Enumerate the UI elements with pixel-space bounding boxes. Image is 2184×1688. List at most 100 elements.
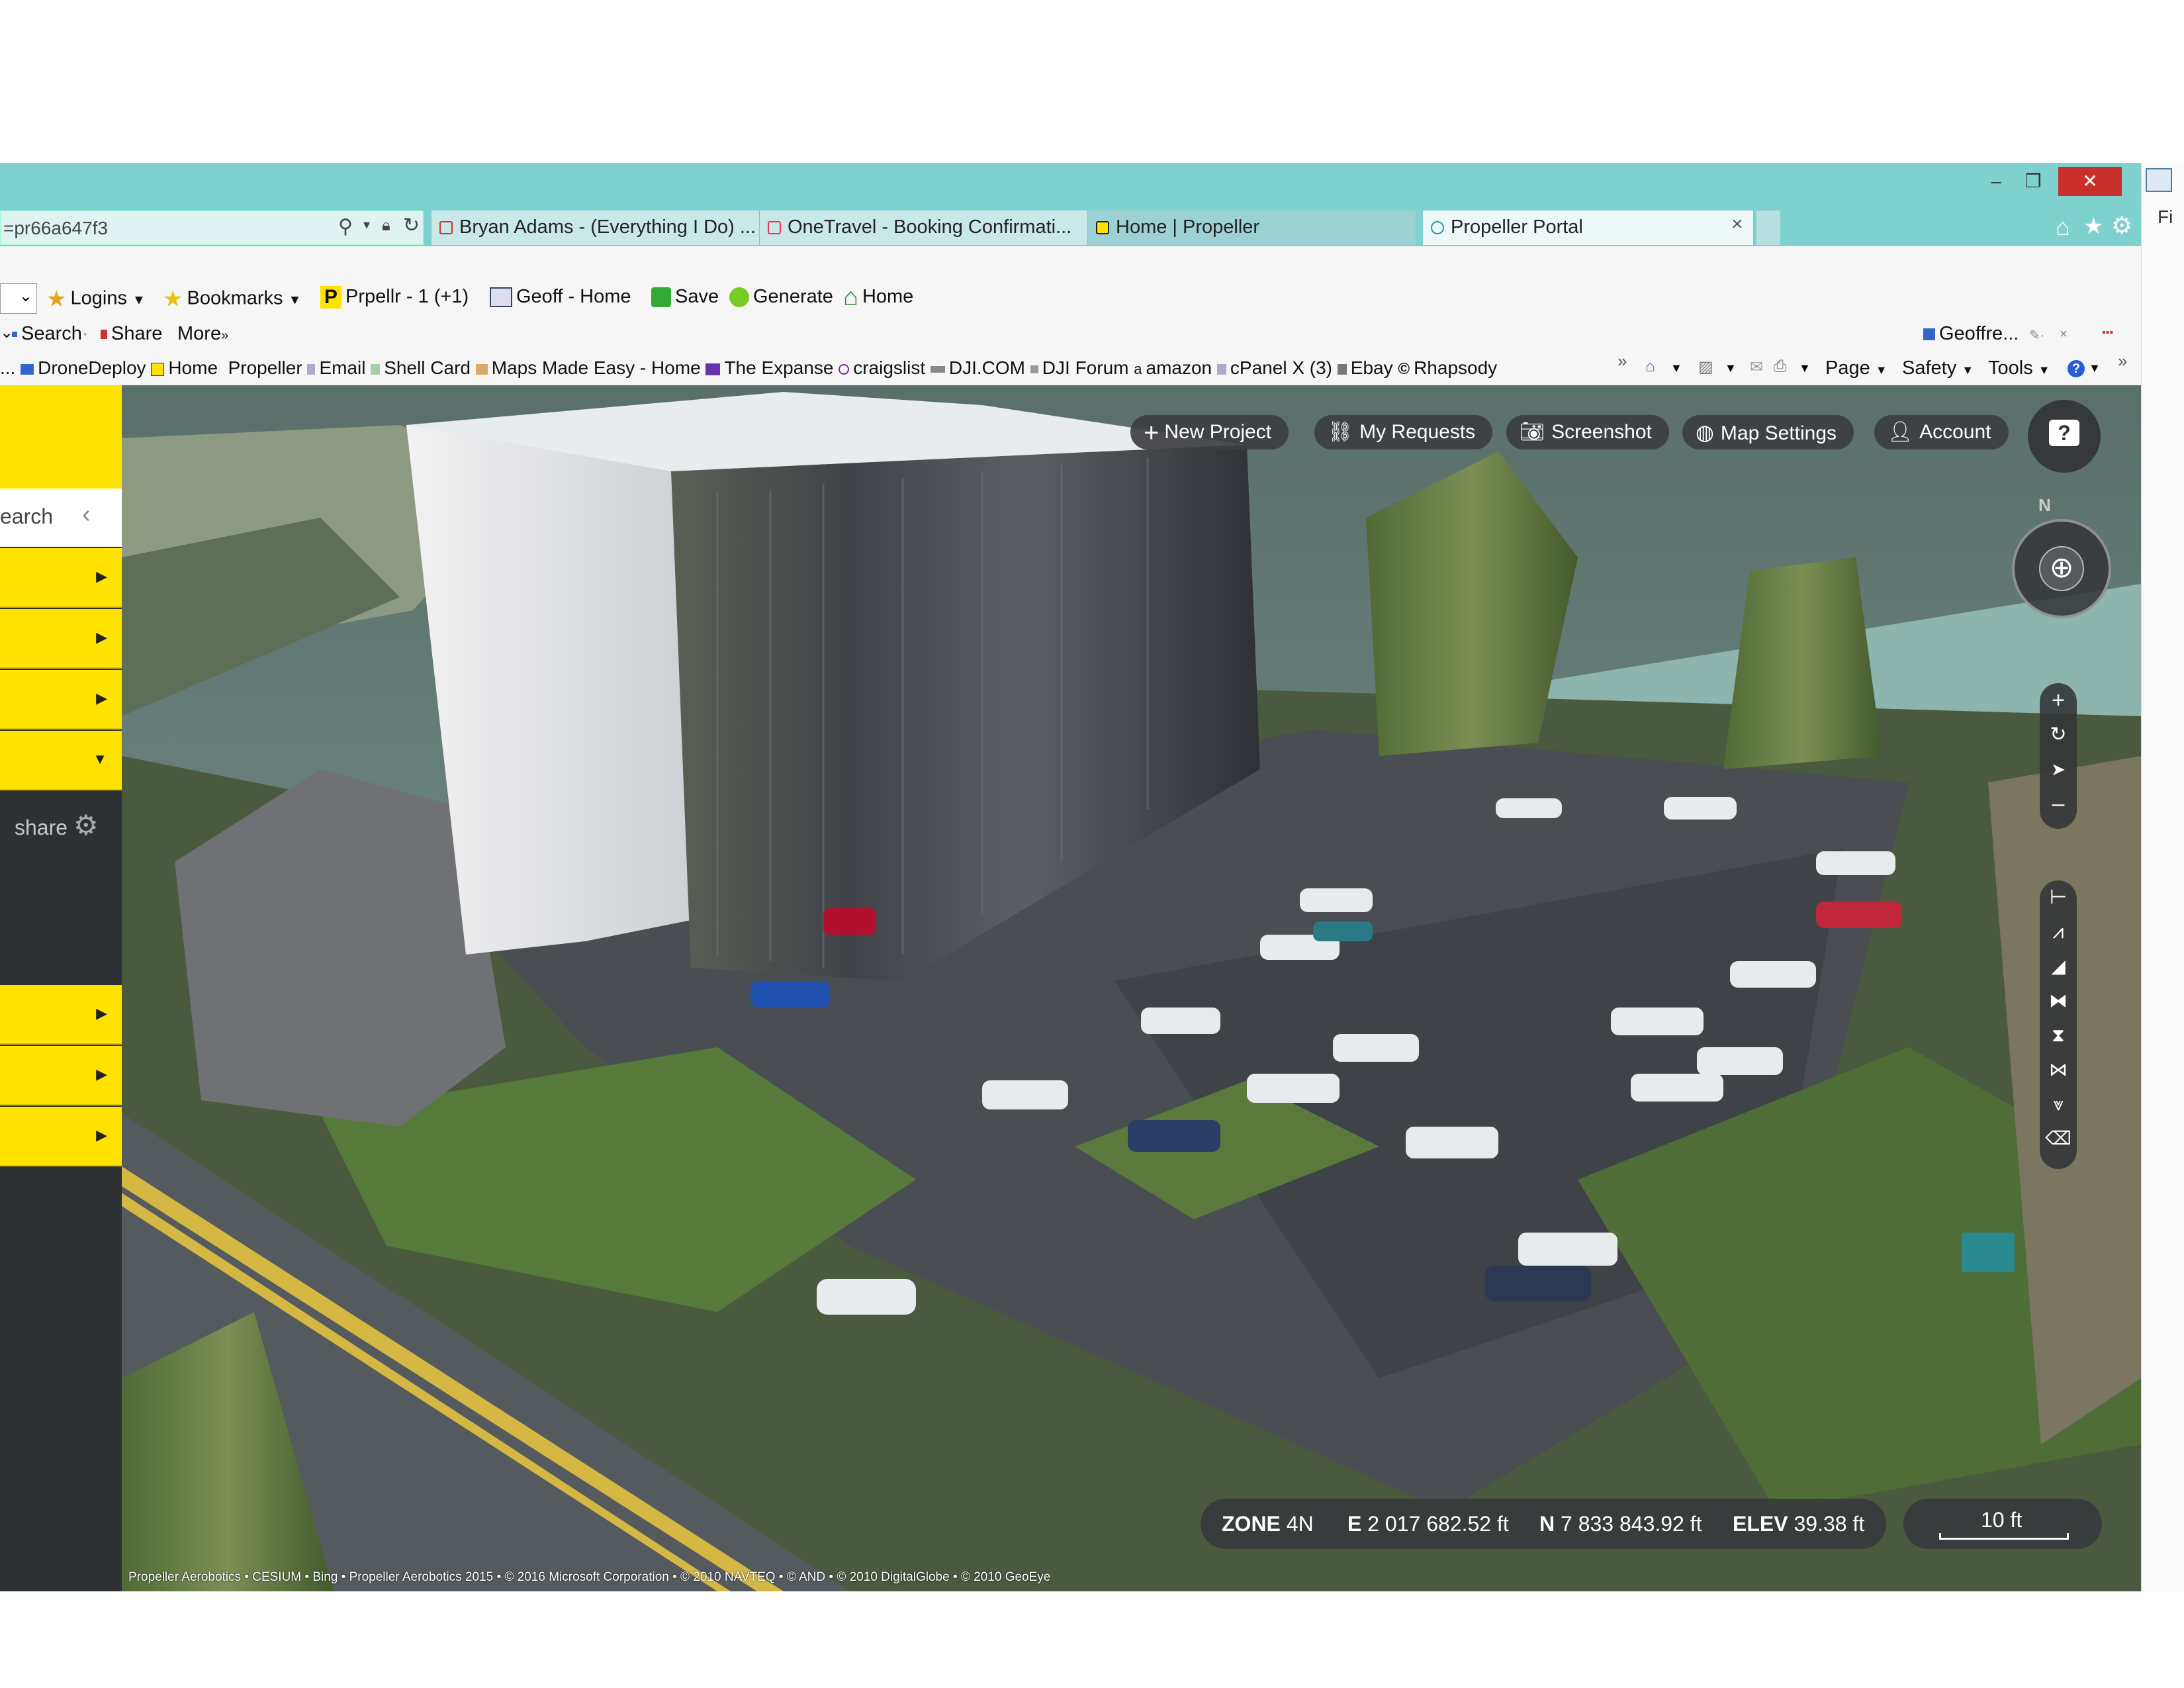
search-button[interactable]: Search· <box>12 323 89 345</box>
more-button[interactable]: More» <box>177 323 228 345</box>
sidebar-item-1[interactable]: ▶ <box>0 548 122 608</box>
tab-onetravel[interactable]: OneTravel - Booking Confirmati... <box>760 211 1088 245</box>
favorites-chevron-icon[interactable]: » <box>1617 351 1627 371</box>
favorites-overflow[interactable]: ... <box>0 357 15 378</box>
fav-craigslist[interactable]: craigslist <box>853 357 925 378</box>
search-icon[interactable]: ⚲ <box>338 215 353 238</box>
zoom-out-button[interactable]: – <box>2040 786 2077 821</box>
zoom-in-button[interactable]: + <box>2040 683 2077 718</box>
sidebar-item-7[interactable]: ▶ <box>0 1107 122 1166</box>
logins-button[interactable]: ★ Logins ▼ <box>46 286 146 312</box>
address-bar[interactable]: =pr66a647f3 ⚲ ▾ 🔒︎ ↻ <box>0 211 424 245</box>
profile-measure-icon[interactable]: ⩘ <box>2040 915 2077 949</box>
user-icon: 👤︎ <box>1888 421 1913 443</box>
tab-bryan-adams[interactable]: Bryan Adams - (Everything I Do) ... <box>432 211 760 245</box>
sidebar-item-2[interactable]: ▶ <box>0 609 122 669</box>
refresh-icon[interactable]: ↻ <box>403 214 420 237</box>
fav-propeller[interactable]: Propeller <box>228 357 302 378</box>
chevron-down-icon[interactable]: ▾ <box>363 216 370 233</box>
eraser-icon[interactable]: ⌫ <box>2040 1121 2077 1156</box>
fav-dji-com[interactable]: DJI.COM <box>949 357 1025 378</box>
gear-icon[interactable]: ⚙ <box>2111 212 2132 240</box>
fav-the-expanse[interactable]: The Expanse <box>724 357 833 378</box>
dronedeploy-icon <box>21 363 34 375</box>
app-icon[interactable] <box>2146 168 2172 192</box>
slope-measure-icon[interactable]: ◢ <box>2040 949 2077 984</box>
tools-menu[interactable]: Tools ▼ <box>1988 357 2050 379</box>
new-tab-button[interactable] <box>1756 211 1780 245</box>
geoff-home-button[interactable]: Geoff - Home <box>490 286 631 308</box>
tab-home-propeller[interactable]: Home | Propeller <box>1088 211 1416 245</box>
more-label: More <box>177 323 222 344</box>
reset-view-icon[interactable]: ↻ <box>2040 718 2077 752</box>
chevron-down-icon[interactable]: ▼ <box>2089 361 2101 375</box>
command-chevron-icon[interactable]: » <box>2118 351 2127 371</box>
fav-ebay[interactable]: Ebay <box>1351 357 1393 378</box>
pointer-icon[interactable]: ➤ <box>2040 752 2077 786</box>
map-settings-button[interactable]: ◍ Map Settings <box>1682 415 1854 449</box>
screenshot-button[interactable]: 📷︎ Screenshot <box>1506 415 1669 449</box>
fav-dji-forum[interactable]: DJI Forum <box>1042 357 1129 378</box>
print-icon[interactable]: ⎙ <box>1774 357 1786 376</box>
chevron-down-icon[interactable]: ▼ <box>1670 361 1682 375</box>
toolbar-dropdown[interactable]: ⌄ <box>0 283 37 314</box>
addon-icons[interactable]: ▪▪▪ <box>2102 327 2113 339</box>
map-settings-label: Map Settings <box>1720 422 1837 444</box>
volume-measure-icon[interactable]: ⧓ <box>2040 984 2077 1018</box>
close-window-button[interactable]: ✕ <box>2058 167 2122 196</box>
sidebar-share[interactable]: share ⚙ <box>15 809 99 841</box>
tab-propeller-portal[interactable]: Propeller Portal <box>1423 211 1754 245</box>
prpellr-button[interactable]: P Prpellr - 1 (+1) <box>320 286 469 309</box>
help-button[interactable]: ? <box>2028 400 2101 473</box>
user-account-button[interactable]: Geoffre... <box>1923 323 2019 345</box>
area-measure-icon[interactable]: ⧗ <box>2040 1018 2077 1053</box>
fav-home[interactable]: Home <box>168 357 218 378</box>
caret-down-icon: ▼ <box>93 751 107 767</box>
fav-cpanel[interactable]: cPanel X (3) <box>1230 357 1332 378</box>
fav-rhapsody[interactable]: Rhapsody <box>1414 357 1497 378</box>
map-viewport[interactable] <box>122 385 2141 1591</box>
chevron-down-icon[interactable]: ▼ <box>1725 361 1737 375</box>
fav-maps-made-easy[interactable]: Maps Made Easy - Home <box>492 357 701 378</box>
sidebar-item-4[interactable]: ▼ <box>0 731 122 790</box>
home-icon[interactable]: ⌂ <box>1645 357 1655 376</box>
restore-button[interactable]: ❐ <box>2008 167 2058 196</box>
new-project-button[interactable]: + New Project <box>1130 415 1289 449</box>
my-requests-button[interactable]: ⛓ My Requests <box>1314 415 1493 449</box>
page-menu[interactable]: Page ▼ <box>1825 357 1888 379</box>
generate-button[interactable]: Generate <box>729 286 833 308</box>
tab-label: Propeller Portal <box>1451 216 1583 238</box>
orbit-icon[interactable]: ⊕ <box>2039 546 2084 591</box>
rss-feed-icon[interactable]: ▨ <box>1698 357 1713 377</box>
fav-amazon[interactable]: amazon <box>1146 357 1212 378</box>
fav-email[interactable]: Email <box>319 357 365 378</box>
sidebar-item-5[interactable]: ▶ <box>0 985 122 1045</box>
help-icon[interactable]: ? <box>2068 360 2085 377</box>
stockpile-icon[interactable]: ⩔ <box>2040 1087 2077 1121</box>
safety-label: Safety <box>1902 357 1957 379</box>
gear-icon[interactable]: ⚙ <box>73 810 99 841</box>
fav-dronedeploy[interactable]: DroneDeploy <box>38 357 146 378</box>
share-button[interactable]: Share <box>101 323 162 345</box>
favorites-star-icon[interactable]: ★ <box>2083 213 2103 240</box>
home-icon[interactable]: ⌂ <box>2056 213 2070 241</box>
lock-icon[interactable]: 🔒︎ <box>382 216 390 235</box>
bookmarks-button[interactable]: ★ Bookmarks ▼ <box>163 286 301 312</box>
safety-menu[interactable]: Safety ▼ <box>1902 357 1974 379</box>
close-icon[interactable]: × <box>2060 327 2068 342</box>
cut-fill-icon[interactable]: ⋈ <box>2040 1053 2077 1087</box>
sidebar-search[interactable]: earch ‹ <box>0 489 122 547</box>
account-button[interactable]: 👤︎ Account <box>1874 415 2009 449</box>
toolbar-options-icon[interactable]: ✎· <box>2029 327 2044 344</box>
collapse-chevron-icon[interactable]: ‹ <box>82 500 91 529</box>
fav-shell-card[interactable]: Shell Card <box>384 357 471 378</box>
tab-close-icon[interactable]: × <box>1731 213 1743 236</box>
save-button[interactable]: Save <box>651 286 719 308</box>
compass-navigator[interactable]: ⊕ <box>2012 519 2111 618</box>
sidebar-item-3[interactable]: ▶ <box>0 670 122 729</box>
read-mail-icon[interactable]: ✉ <box>1750 357 1763 377</box>
height-measure-icon[interactable]: ⊢ <box>2040 880 2077 915</box>
chevron-down-icon[interactable]: ▼ <box>1799 361 1811 375</box>
home-button[interactable]: ⌂ Home <box>843 283 913 312</box>
sidebar-item-6[interactable]: ▶ <box>0 1046 122 1105</box>
